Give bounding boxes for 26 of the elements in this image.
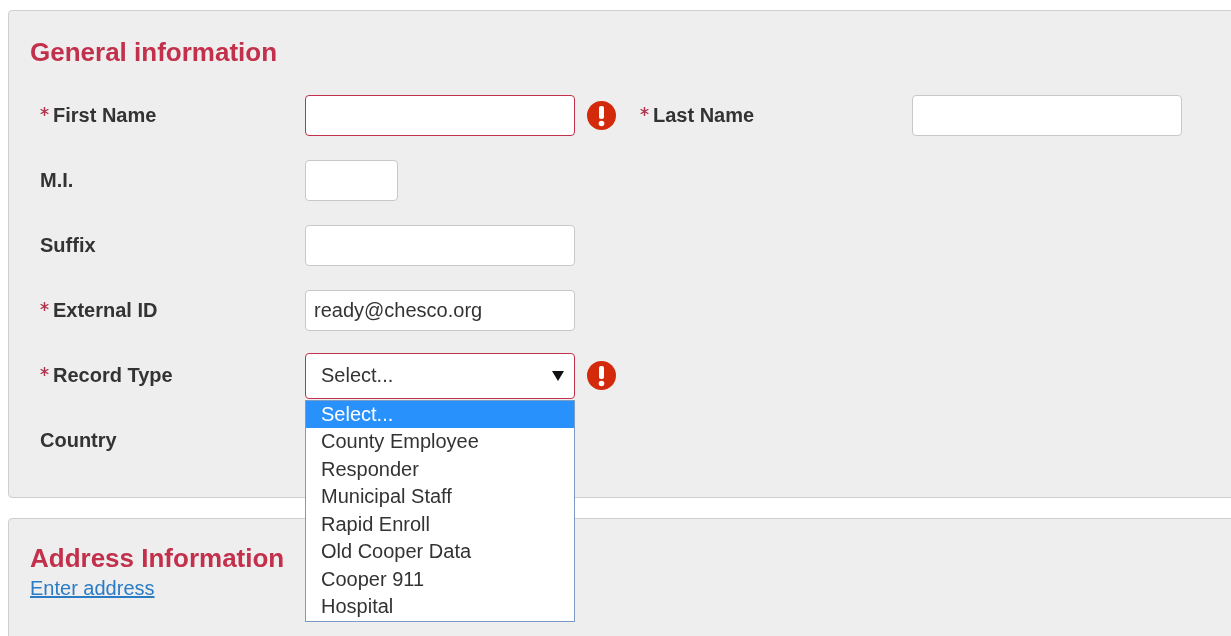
field-label: External ID bbox=[53, 299, 158, 322]
text-field[interactable] bbox=[305, 95, 575, 136]
field-label: First Name bbox=[53, 104, 157, 127]
text-field[interactable] bbox=[305, 225, 575, 266]
dropdown-option[interactable]: Old Cooper Data bbox=[306, 538, 574, 566]
caret-icon bbox=[552, 370, 564, 381]
field-label: Country bbox=[40, 429, 117, 452]
section-title: Address Information bbox=[30, 542, 285, 575]
error-icon bbox=[587, 361, 616, 390]
dropdown-option[interactable]: Municipal Staff bbox=[306, 483, 574, 511]
dropdown-option[interactable]: Rapid Enroll bbox=[306, 510, 574, 538]
field-label: Suffix bbox=[40, 234, 96, 257]
text-field[interactable] bbox=[912, 95, 1182, 136]
section-title: General information bbox=[30, 36, 278, 69]
dropdown[interactable]: Select... bbox=[305, 352, 575, 399]
enter-address-link[interactable]: Enter address bbox=[30, 577, 155, 600]
dropdown-option[interactable]: Responder bbox=[306, 455, 574, 483]
field-label: M.I. bbox=[40, 169, 74, 192]
dropdown-option[interactable]: County Employee bbox=[306, 428, 574, 456]
field-label: Last Name bbox=[653, 104, 755, 127]
dropdown-option[interactable]: Hospital bbox=[306, 593, 574, 621]
text-field[interactable]: ready@chesco.org bbox=[305, 290, 575, 331]
text-field[interactable] bbox=[305, 160, 398, 201]
error-icon bbox=[587, 101, 616, 130]
field-label: Record Type bbox=[53, 364, 173, 387]
dropdown-option[interactable]: Cooper 911 bbox=[306, 565, 574, 593]
